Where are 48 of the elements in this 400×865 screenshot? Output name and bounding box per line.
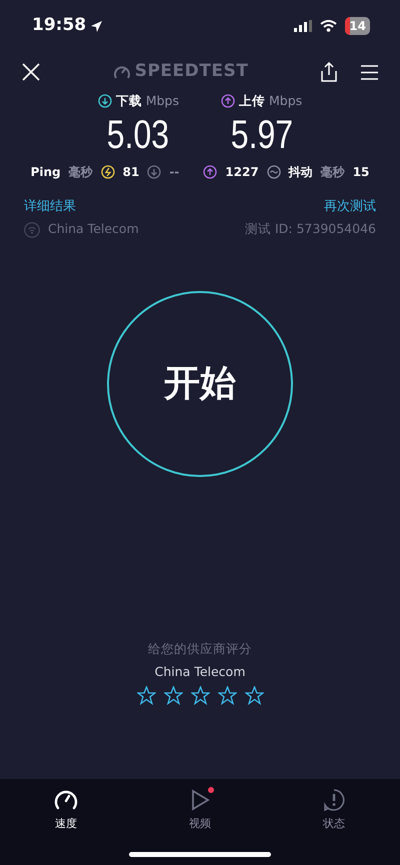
- gauge-icon: [54, 788, 78, 812]
- result-label: 下载: [116, 92, 142, 110]
- tab-button[interactable]: 速度: [26, 787, 106, 834]
- close-icon[interactable]: [22, 63, 40, 81]
- jitter-label: 抖动: [288, 164, 313, 181]
- app-logo: SPEEDTEST: [134, 60, 248, 84]
- location-arrow-icon: [90, 20, 104, 32]
- latency-value: 81: [122, 164, 140, 181]
- idle-latency-icon: [100, 164, 115, 179]
- battery-indicator: 14: [345, 17, 370, 35]
- menu-icon[interactable]: [361, 64, 378, 80]
- cellular-signal-icon: [294, 20, 312, 32]
- gauge-icon: [112, 64, 131, 80]
- star-icon[interactable]: [218, 686, 236, 704]
- details-link[interactable]: 详细结果: [24, 196, 76, 216]
- unit-label: 毫秒: [68, 164, 93, 181]
- speed-value: 5.97: [230, 114, 293, 155]
- tab-button[interactable]: 视频: [160, 787, 240, 834]
- star-icon[interactable]: [190, 686, 210, 704]
- unit-label: Mbps: [269, 92, 302, 110]
- wifi-icon: [320, 20, 338, 32]
- rating-prompt: 给您的供应商评分: [148, 640, 252, 658]
- latency-value: --: [169, 164, 180, 181]
- jitter-value: 15: [352, 164, 370, 181]
- test-id: 测试 ID: 5739054046: [245, 220, 376, 238]
- star-icon[interactable]: [244, 686, 264, 704]
- upload-icon: [221, 94, 235, 108]
- download-latency-icon: [147, 164, 162, 179]
- alert-icon: [322, 788, 346, 812]
- upload-latency-icon: [203, 164, 218, 179]
- star-icon[interactable]: [136, 686, 156, 704]
- tab-button[interactable]: 状态: [294, 787, 374, 834]
- jitter-icon: [266, 164, 281, 179]
- provider-name: China Telecom: [154, 662, 246, 681]
- provider-name: China Telecom: [48, 220, 139, 238]
- latency-value: 1227: [225, 164, 259, 181]
- result-label: 上传: [239, 92, 265, 110]
- speed-value: 5.03: [107, 114, 170, 155]
- unit-label: Mbps: [146, 92, 179, 110]
- share-icon[interactable]: [321, 62, 337, 82]
- star-icon[interactable]: [164, 686, 182, 704]
- wifi-icon: [24, 222, 40, 238]
- retest-link[interactable]: 再次测试: [324, 196, 376, 216]
- unit-label: 毫秒: [320, 164, 345, 181]
- ping-label: Ping: [30, 164, 61, 181]
- download-icon: [98, 94, 112, 108]
- clock-time: 19:58: [32, 14, 86, 38]
- start-button[interactable]: 开始: [107, 291, 293, 477]
